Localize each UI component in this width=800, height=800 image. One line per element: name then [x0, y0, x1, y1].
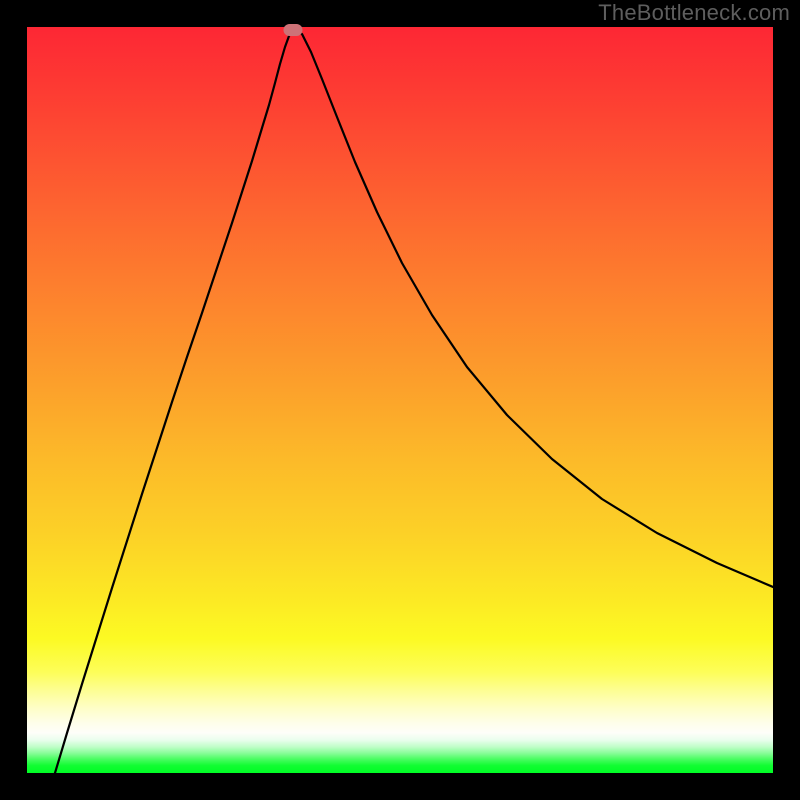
bottleneck-curve [27, 27, 773, 773]
watermark-text: TheBottleneck.com [598, 0, 790, 26]
optimum-marker [284, 24, 303, 36]
plot-area [27, 27, 773, 773]
chart-frame: TheBottleneck.com [0, 0, 800, 800]
